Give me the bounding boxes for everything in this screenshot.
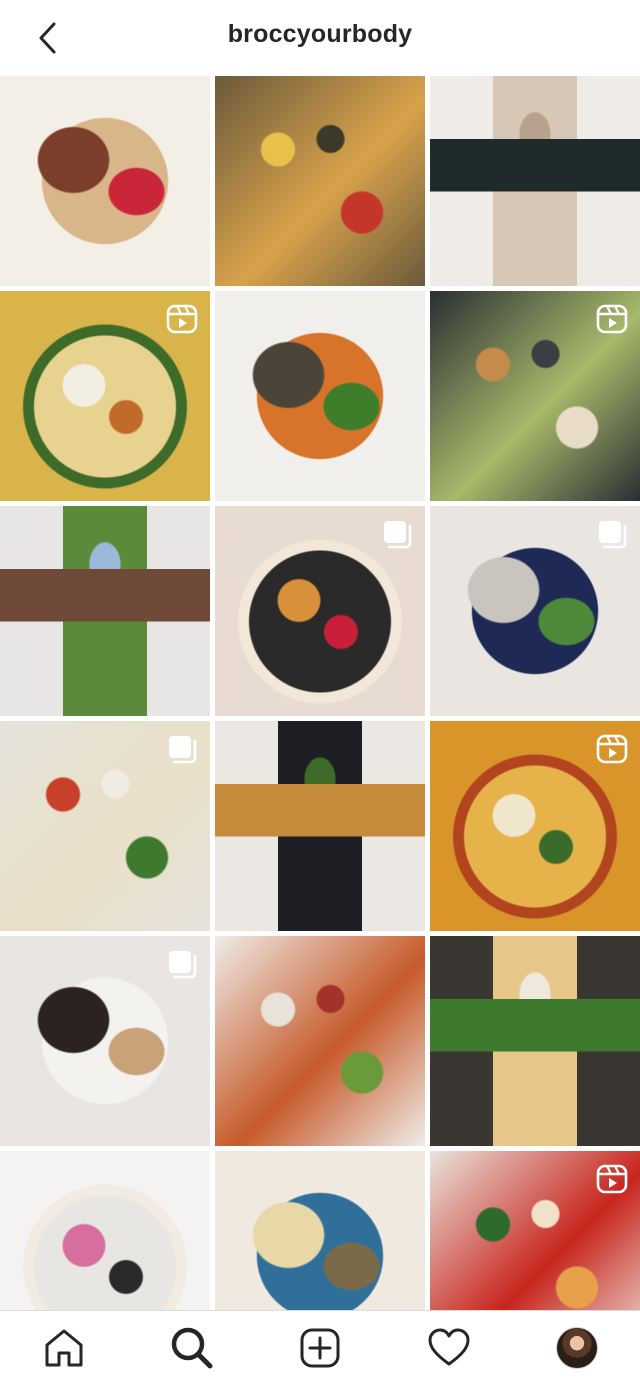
post-thumbnail: [215, 936, 425, 1146]
reel-icon: [596, 734, 628, 764]
tile-shrimp-bowl[interactable]: [215, 936, 425, 1146]
post-thumbnail: [0, 1151, 210, 1310]
search-icon: [171, 1327, 213, 1369]
carousel-icon: [169, 951, 197, 979]
tile-woman-sunglasses-sandwich[interactable]: [0, 936, 210, 1146]
nav-home[interactable]: [41, 1325, 87, 1371]
tile-lemon-chicken-soup[interactable]: [215, 1151, 425, 1310]
nav-create[interactable]: [297, 1325, 343, 1371]
tile-woman-green-cardigan[interactable]: [0, 506, 210, 716]
explore-posts-grid: [0, 76, 640, 1310]
profile-username-title: broccyourbody: [227, 20, 413, 48]
tile-woman-pink-cardigan[interactable]: [0, 1151, 210, 1310]
tile-woman-denim-kitchen[interactable]: [430, 506, 640, 716]
tile-oatmeal-berries[interactable]: [0, 76, 210, 286]
tile-avocado-toast-platter[interactable]: [430, 291, 640, 501]
post-thumbnail: [215, 721, 425, 931]
tile-skillet-risotto-egg[interactable]: [430, 936, 640, 1146]
reel-icon: [596, 1164, 628, 1194]
carousel-icon: [599, 521, 627, 549]
nav-search[interactable]: [169, 1325, 215, 1371]
carousel-icon: [169, 736, 197, 764]
tile-woman-kitchen-smoothie[interactable]: [430, 76, 640, 286]
post-thumbnail: [215, 291, 425, 501]
post-thumbnail: [0, 506, 210, 716]
tile-cheesy-pizza-salad[interactable]: [0, 721, 210, 931]
nav-activity[interactable]: [426, 1325, 472, 1371]
tile-chicken-fajita-peppers[interactable]: [215, 76, 425, 286]
top-header: broccyourbody: [0, 0, 640, 76]
nav-profile[interactable]: [554, 1325, 600, 1371]
post-thumbnail: [430, 76, 640, 286]
post-thumbnail: [0, 76, 210, 286]
tile-dumplings-curry-broth[interactable]: [430, 721, 640, 931]
profile-avatar: [556, 1327, 598, 1369]
tile-frittata-feta[interactable]: [0, 291, 210, 501]
tile-frittata-slice-checked-napkin[interactable]: [215, 721, 425, 931]
bottom-navigation-bar: [0, 1310, 640, 1387]
reel-icon: [166, 304, 198, 334]
tile-sweet-potato-lentil-salad[interactable]: [215, 291, 425, 501]
reel-icon: [596, 304, 628, 334]
plus-square-icon: [300, 1328, 340, 1368]
tile-tomato-bruschetta[interactable]: [430, 1151, 640, 1310]
post-thumbnail: [215, 1151, 425, 1310]
carousel-icon: [384, 521, 412, 549]
home-icon: [45, 1329, 83, 1367]
heart-icon: [428, 1328, 470, 1366]
post-thumbnail: [215, 76, 425, 286]
post-thumbnail: [430, 936, 640, 1146]
tile-skillet-egg-hash[interactable]: [215, 506, 425, 716]
